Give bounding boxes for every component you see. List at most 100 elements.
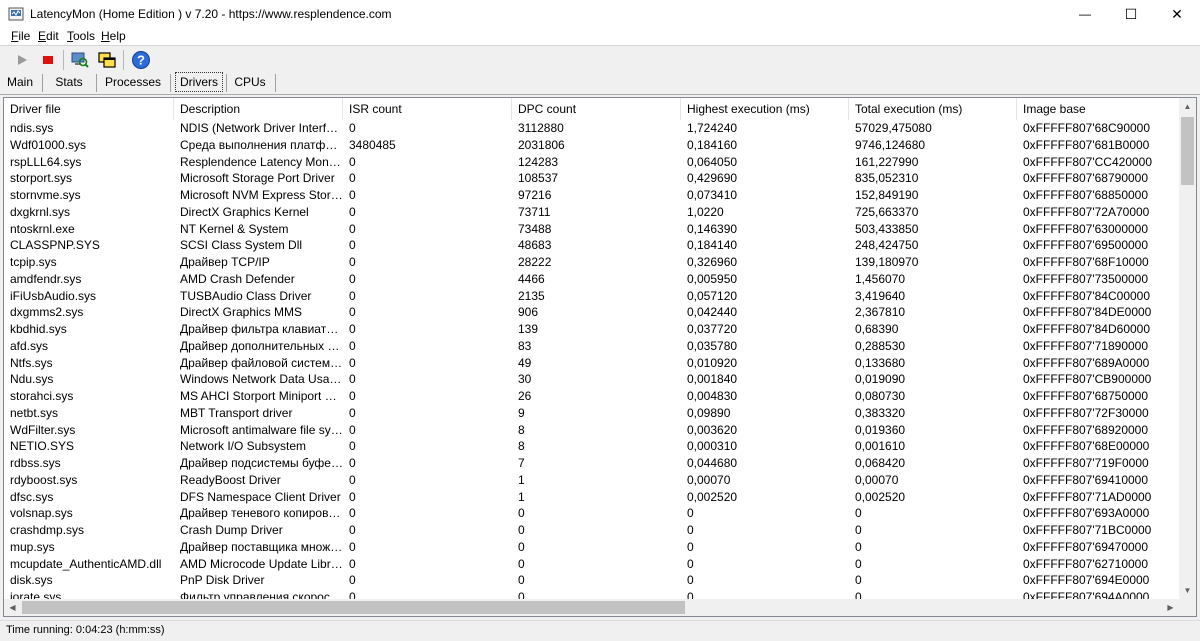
col-image-base-header[interactable]: Image base <box>1017 98 1180 120</box>
table-row[interactable]: dxgkrnl.sys DirectX Graphics Kernel 0 73711… <box>4 204 1180 221</box>
scroll-down-icon[interactable]: ▼ <box>1179 582 1196 599</box>
table-row[interactable]: afd.sys Драйвер дополнительных фу... 0 83 0,… <box>4 338 1180 355</box>
help-button[interactable]: ? <box>130 49 152 71</box>
svg-text:?: ? <box>137 53 145 68</box>
table-row[interactable]: crashdmp.sys Crash Dump Driver 0 0 0 0 0xFFFFF… <box>4 522 1180 539</box>
table-row[interactable]: storport.sys Microsoft Storage Port Drive… <box>4 170 1180 187</box>
tool-search-button[interactable] <box>69 49 91 71</box>
table-row[interactable]: rdyboost.sys ReadyBoost Driver 0 1 0,00070 0,… <box>4 472 1180 489</box>
tab-stats[interactable]: Stats <box>49 73 89 92</box>
col-driver-file-cell: WdFilter.sys <box>10 423 76 437</box>
table-row[interactable]: rdbss.sys Драйвер подсистемы буфер... 0 7 0,… <box>4 455 1180 472</box>
tab-cpus[interactable]: CPUs <box>230 73 270 92</box>
table-row[interactable]: mcupdate_AuthenticAMD.dll AMD Microcode U… <box>4 556 1180 573</box>
col-image-base-cell: 0xFFFFF807'68C90000 <box>1023 121 1151 135</box>
menu-help-accel: H <box>101 29 110 43</box>
col-dpc-count-cell: 3112880 <box>518 121 564 135</box>
vertical-scrollbar[interactable]: ▲ ▼ <box>1179 98 1196 599</box>
drivers-table[interactable]: Driver file Description ISR count DPC count… <box>3 97 1197 617</box>
col-dpc-count-cell: 97216 <box>518 188 552 202</box>
col-driver-file-cell: dxgkrnl.sys <box>10 205 71 219</box>
toolbar-separator <box>123 50 124 70</box>
table-row[interactable]: Ntfs.sys Драйвер файловой системы ... 0 49 0… <box>4 355 1180 372</box>
table-row[interactable]: dxgmms2.sys DirectX Graphics MMS 0 906 0,042… <box>4 304 1180 321</box>
col-isr-count-cell: 0 <box>349 121 356 135</box>
col-description-cell: AMD Microcode Update Library <box>180 557 343 571</box>
menu-file[interactable]: File <box>11 29 30 43</box>
tab-main[interactable]: Main <box>5 73 35 92</box>
start-button[interactable] <box>11 49 33 71</box>
table-row[interactable]: ntoskrnl.exe NT Kernel & System 0 73488 0,14… <box>4 221 1180 238</box>
minimize-button[interactable]: — <box>1062 0 1108 28</box>
stop-button[interactable] <box>37 49 59 71</box>
col-driver-file-cell: rdbss.sys <box>10 456 61 470</box>
menu-help[interactable]: Help <box>101 29 126 43</box>
col-isr-count-cell: 0 <box>349 188 356 202</box>
col-driver-file-cell: kbdhid.sys <box>10 322 67 336</box>
col-dpc-count-cell: 9 <box>518 406 525 420</box>
scroll-left-icon[interactable]: ◀ <box>4 599 21 616</box>
table-row[interactable]: tcpip.sys Драйвер TCP/IP 0 28222 0,326960 139… <box>4 254 1180 271</box>
scroll-right-icon[interactable]: ▶ <box>1162 599 1179 616</box>
vertical-scroll-thumb[interactable] <box>1181 117 1194 185</box>
col-dpc-count-header[interactable]: DPC count <box>512 98 681 120</box>
maximize-button[interactable]: ☐ <box>1108 0 1154 28</box>
col-dpc-count-cell: 124283 <box>518 155 559 169</box>
col-description-cell: Драйвер фильтра клавиатур... <box>180 322 343 336</box>
col-dpc-count-cell: 139 <box>518 322 539 336</box>
col-driver-file-cell: CLASSPNP.SYS <box>10 238 100 252</box>
table-row[interactable]: ndis.sys NDIS (Network Driver Interface..… <box>4 120 1180 137</box>
table-row[interactable]: mup.sys Драйвер поставщика множе... 0 0 0 0 0x… <box>4 539 1180 556</box>
table-row[interactable]: Ndu.sys Windows Network Data Usag... 0 30 0,… <box>4 371 1180 388</box>
table-row[interactable]: Wdf01000.sys Среда выполнения платфор... 3… <box>4 137 1180 154</box>
col-isr-count-cell: 0 <box>349 171 356 185</box>
col-highest-execution-cell: 0,002520 <box>687 490 738 504</box>
table-row[interactable]: dfsc.sys DFS Namespace Client Driver 0 1 0,0… <box>4 489 1180 506</box>
scroll-up-icon[interactable]: ▲ <box>1179 98 1196 115</box>
col-total-execution-header[interactable]: Total execution (ms) <box>849 98 1017 120</box>
menu-edit[interactable]: Edit <box>38 29 59 43</box>
col-total-execution-cell: 0 <box>855 557 862 571</box>
col-image-base-cell: 0xFFFFF807'69470000 <box>1023 540 1149 554</box>
table-row[interactable]: NETIO.SYS Network I/O Subsystem 0 8 0,000310… <box>4 438 1180 455</box>
table-row[interactable]: storahci.sys MS AHCI Storport Miniport Dr… <box>4 388 1180 405</box>
table-row[interactable]: netbt.sys MBT Transport driver 0 9 0,09890 0,… <box>4 405 1180 422</box>
table-row[interactable]: amdfendr.sys AMD Crash Defender 0 4466 0,005… <box>4 271 1180 288</box>
tool-windows-button[interactable] <box>96 49 118 71</box>
toolbar-separator <box>63 50 64 70</box>
col-image-base-cell: 0xFFFFF807'69500000 <box>1023 238 1149 252</box>
table-row[interactable]: volsnap.sys Драйвер теневого копирован...… <box>4 505 1180 522</box>
col-description-cell: Среда выполнения платфор... <box>180 138 343 152</box>
tab-processes[interactable]: Processes <box>101 73 165 92</box>
col-total-execution-cell: 0,080730 <box>855 389 906 403</box>
horizontal-scroll-thumb[interactable] <box>22 601 685 614</box>
menu-tools[interactable]: Tools <box>67 29 95 43</box>
col-description-cell: TUSBAudio Class Driver <box>180 289 312 303</box>
col-highest-execution-cell: 0,005950 <box>687 272 738 286</box>
tab-drivers[interactable]: Drivers <box>175 72 223 92</box>
col-isr-count-cell: 0 <box>349 439 356 453</box>
table-row[interactable]: kbdhid.sys Драйвер фильтра клавиатур... 0 1… <box>4 321 1180 338</box>
col-image-base-cell: 0xFFFFF807'71890000 <box>1023 339 1149 353</box>
table-row[interactable]: WdFilter.sys Microsoft antimalware file s… <box>4 422 1180 439</box>
table-row[interactable]: CLASSPNP.SYS SCSI Class System Dll 0 48683 0… <box>4 237 1180 254</box>
table-row[interactable]: iFiUsbAudio.sys TUSBAudio Class Driver 0 21… <box>4 288 1180 305</box>
col-highest-execution-cell: 0,326960 <box>687 255 738 269</box>
horizontal-scrollbar[interactable]: ◀ ▶ <box>4 599 1179 616</box>
col-description-cell: Microsoft NVM Express Storp... <box>180 188 343 202</box>
col-isr-count-cell: 0 <box>349 255 356 269</box>
col-highest-execution-header[interactable]: Highest execution (ms) <box>681 98 849 120</box>
col-isr-count-header[interactable]: ISR count <box>343 98 512 120</box>
table-row[interactable]: disk.sys PnP Disk Driver 0 0 0 0 0xFFFFF807'69… <box>4 572 1180 589</box>
col-driver-file-cell: storahci.sys <box>10 389 74 403</box>
col-driver-file-cell: ntoskrnl.exe <box>10 222 75 236</box>
play-icon <box>18 55 27 65</box>
table-row[interactable]: stornvme.sys Microsoft NVM Express Storp.… <box>4 187 1180 204</box>
col-image-base-cell: 0xFFFFF807'68790000 <box>1023 171 1149 185</box>
table-row[interactable]: rspLLL64.sys Resplendence Latency Monit..… <box>4 154 1180 171</box>
col-description-header[interactable]: Description <box>174 98 343 120</box>
col-isr-count-cell: 0 <box>349 372 356 386</box>
close-button[interactable]: ✕ <box>1154 0 1200 28</box>
tab-separator <box>226 74 227 92</box>
col-driver-file-header[interactable]: Driver file <box>4 98 174 120</box>
